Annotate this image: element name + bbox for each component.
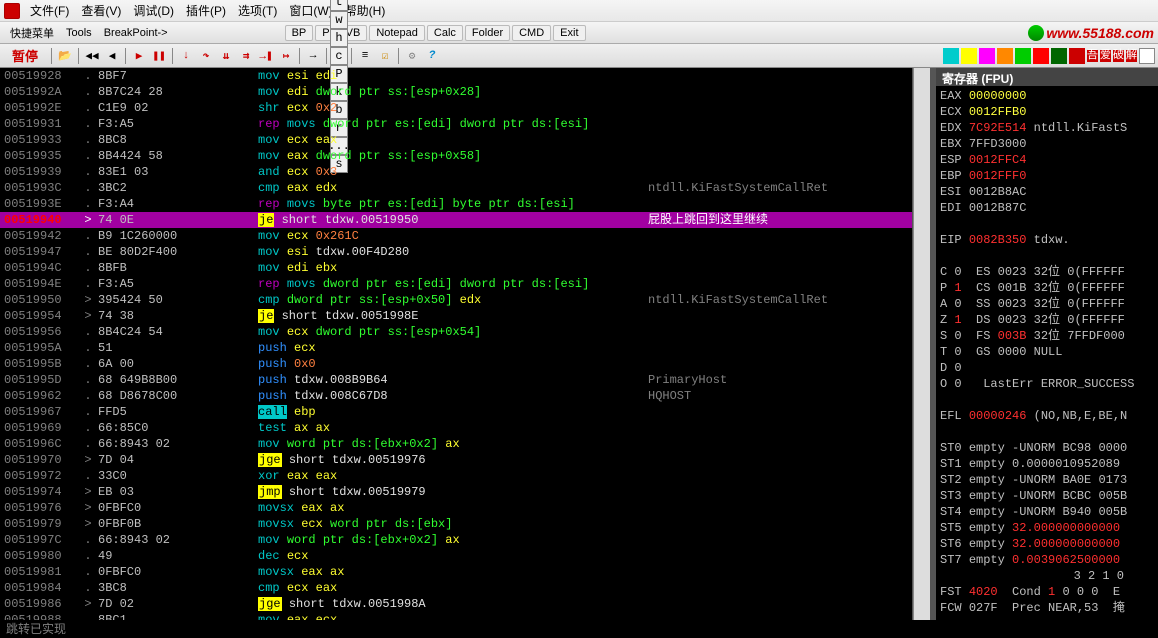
disasm-row[interactable]: 0051992E.C1E9 02shr ecx,0x2 [0,100,912,116]
pause-label: 暂停 [2,46,48,65]
calc-button[interactable]: Calc [427,25,463,41]
folder-button[interactable]: Folder [465,25,510,41]
menu-view[interactable]: 查看(V) [75,0,127,21]
cn-icon-2[interactable]: 破 [1113,50,1124,62]
execute-till-icon[interactable]: ↦ [277,47,295,65]
exit-button[interactable]: Exit [553,25,585,41]
view-w-button[interactable]: w [330,11,348,29]
cmd-button[interactable]: CMD [512,25,551,41]
registers-panel[interactable]: 寄存器 (FPU) EAX 00000000 ECX 0012FFB0 EDX … [936,68,1158,620]
list-icon[interactable]: ≡ [356,47,374,65]
disasm-row[interactable]: 00519928.8BF7mov esi,edi [0,68,912,84]
sq4-icon[interactable] [997,48,1013,64]
disasm-row[interactable]: 00519974>EB 03jmp short tdxw.00519979 [0,484,912,500]
view-t-button[interactable]: t [330,0,348,11]
disasm-row[interactable]: 00519981.0FBFC0movsx eax,ax [0,564,912,580]
toolbar-debug: 暂停 📂 ◀◀ ◀ ▶ ❚❚ ↓ ↷ ⇊ ⇉ →❚ ↦ → lemtwhcPkb… [0,44,1158,68]
quickmenu-label[interactable]: 快捷菜单 [4,25,60,41]
gear-icon[interactable]: ⚙ [403,47,421,65]
disasm-row[interactable]: 00519931.F3:A5rep movs dword ptr es:[edi… [0,116,912,132]
disasm-row[interactable]: 00519956.8B4C24 54mov ecx,dword ptr ss:[… [0,324,912,340]
disasm-row[interactable]: 0051994E.F3:A5rep movs dword ptr es:[edi… [0,276,912,292]
open-icon[interactable]: 📂 [56,47,74,65]
menu-debug[interactable]: 调试(D) [127,0,180,21]
disasm-row[interactable]: 00519979>0FBF0Bmovsx ecx,word ptr ds:[eb… [0,516,912,532]
goto-icon[interactable]: → [304,47,322,65]
sq-blank-icon[interactable] [1139,48,1155,64]
disasm-row[interactable]: 00519954>74 38je short tdxw.0051998E [0,308,912,324]
sq8-icon[interactable] [1069,48,1085,64]
disassembly-panel[interactable]: 00519928.8BF7mov esi,edi0051992A.8B7C24 … [0,68,913,620]
disasm-row[interactable]: 00519947.BE 80D2F400mov esi,tdxw.00F4D28… [0,244,912,260]
pause-icon[interactable]: ❚❚ [150,47,168,65]
play-icon[interactable]: ▶ [130,47,148,65]
disasm-row[interactable]: 00519969.66:85C0test ax,ax [0,420,912,436]
menubar: 文件(F) 查看(V) 调试(D) 插件(P) 选项(T) 窗口(W) 帮助(H… [0,0,1158,22]
check-icon[interactable]: ☑ [376,47,394,65]
view-c-button[interactable]: c [330,47,348,65]
disasm-row[interactable]: 00519940>74 0Eje short tdxw.00519950屁股上跳… [0,212,912,228]
registers-title: 寄存器 (FPU) [936,68,1158,86]
disasm-row[interactable]: 0051995D.68 649B8B00push tdxw.008B9B64Pr… [0,372,912,388]
disasm-row[interactable]: 00519950>395424 50cmp dword ptr ss:[esp+… [0,292,912,308]
app-icon [4,3,20,19]
disasm-row[interactable]: 00519933.8BC8mov ecx,eax [0,132,912,148]
main-area: 00519928.8BF7mov esi,edi0051992A.8B7C24 … [0,68,1158,620]
disasm-row[interactable]: 00519935.8B4424 58mov eax,dword ptr ss:[… [0,148,912,164]
disasm-row[interactable]: 00519967.FFD5call ebp [0,404,912,420]
disasm-row[interactable]: 0051995B.6A 00push 0x0 [0,356,912,372]
step-into-icon[interactable]: ↓ [177,47,195,65]
disasm-row[interactable]: 0051992A.8B7C24 28mov edi,dword ptr ss:[… [0,84,912,100]
menu-plugins[interactable]: 插件(P) [180,0,232,21]
disasm-row[interactable]: 0051993E.F3:A4rep movs byte ptr es:[edi]… [0,196,912,212]
disasm-row[interactable]: 00519986>7D 02jge short tdxw.0051998A [0,596,912,612]
rewind-icon[interactable]: ◀◀ [83,47,101,65]
bp-button[interactable]: BP [285,25,314,41]
disasm-row[interactable]: 0051993C.3BC2cmp eax,edxntdll.KiFastSyst… [0,180,912,196]
menu-options[interactable]: 选项(T) [232,0,283,21]
step-over-icon[interactable]: ↷ [197,47,215,65]
sq5-icon[interactable] [1015,48,1031,64]
trace-over-icon[interactable]: ⇉ [237,47,255,65]
menu-file[interactable]: 文件(F) [24,0,75,21]
view-h-button[interactable]: h [330,29,348,47]
disasm-row[interactable]: 0051996C.66:8943 02mov word ptr ds:[ebx+… [0,436,912,452]
sq7-icon[interactable] [1051,48,1067,64]
sq1-icon[interactable] [943,48,959,64]
disasm-row[interactable]: 0051997C.66:8943 02mov word ptr ds:[ebx+… [0,532,912,548]
sq3-icon[interactable] [979,48,995,64]
disasm-row[interactable]: 00519980.49dec ecx [0,548,912,564]
sq2-icon[interactable] [961,48,977,64]
logo: www.55188.com [1028,25,1154,41]
cn-icon-3[interactable]: 解 [1126,50,1137,62]
breakpoint-label[interactable]: BreakPoint-> [98,27,174,39]
disasm-row[interactable]: 00519988.8BC1mov eax,ecx [0,612,912,620]
disasm-row[interactable]: 00519962.68 D8678C00push tdxw.008C67D8HQ… [0,388,912,404]
notepad-button[interactable]: Notepad [369,25,425,41]
disasm-row[interactable]: 0051995A.51push ecx [0,340,912,356]
disasm-row[interactable]: 00519976>0FBFC0movsx eax,ax [0,500,912,516]
cn-icon-1[interactable]: 爱 [1100,50,1111,62]
disasm-row[interactable]: 0051994C.8BFBmov edi,ebx [0,260,912,276]
scrollbar[interactable] [913,68,930,620]
disasm-row[interactable]: 00519984.3BC8cmp ecx,eax [0,580,912,596]
tools-label[interactable]: Tools [60,27,98,39]
sq6-icon[interactable] [1033,48,1049,64]
run-to-icon[interactable]: →❚ [257,47,275,65]
trace-into-icon[interactable]: ⇊ [217,47,235,65]
help-icon[interactable]: ? [423,47,441,65]
back-icon[interactable]: ◀ [103,47,121,65]
status-bar: 跳转已实现 [0,620,1158,638]
disasm-row[interactable]: 00519942.B9 1C260000mov ecx,0x261C [0,228,912,244]
disasm-row[interactable]: 00519939.83E1 03and ecx,0x3 [0,164,912,180]
disasm-row[interactable]: 00519972.33C0xor eax,eax [0,468,912,484]
cn-icon-0[interactable]: 吾 [1087,50,1098,62]
toolbar-main: 快捷菜单 Tools BreakPoint-> BP P VB Notepad … [0,22,1158,44]
disasm-row[interactable]: 00519970>7D 04jge short tdxw.00519976 [0,452,912,468]
